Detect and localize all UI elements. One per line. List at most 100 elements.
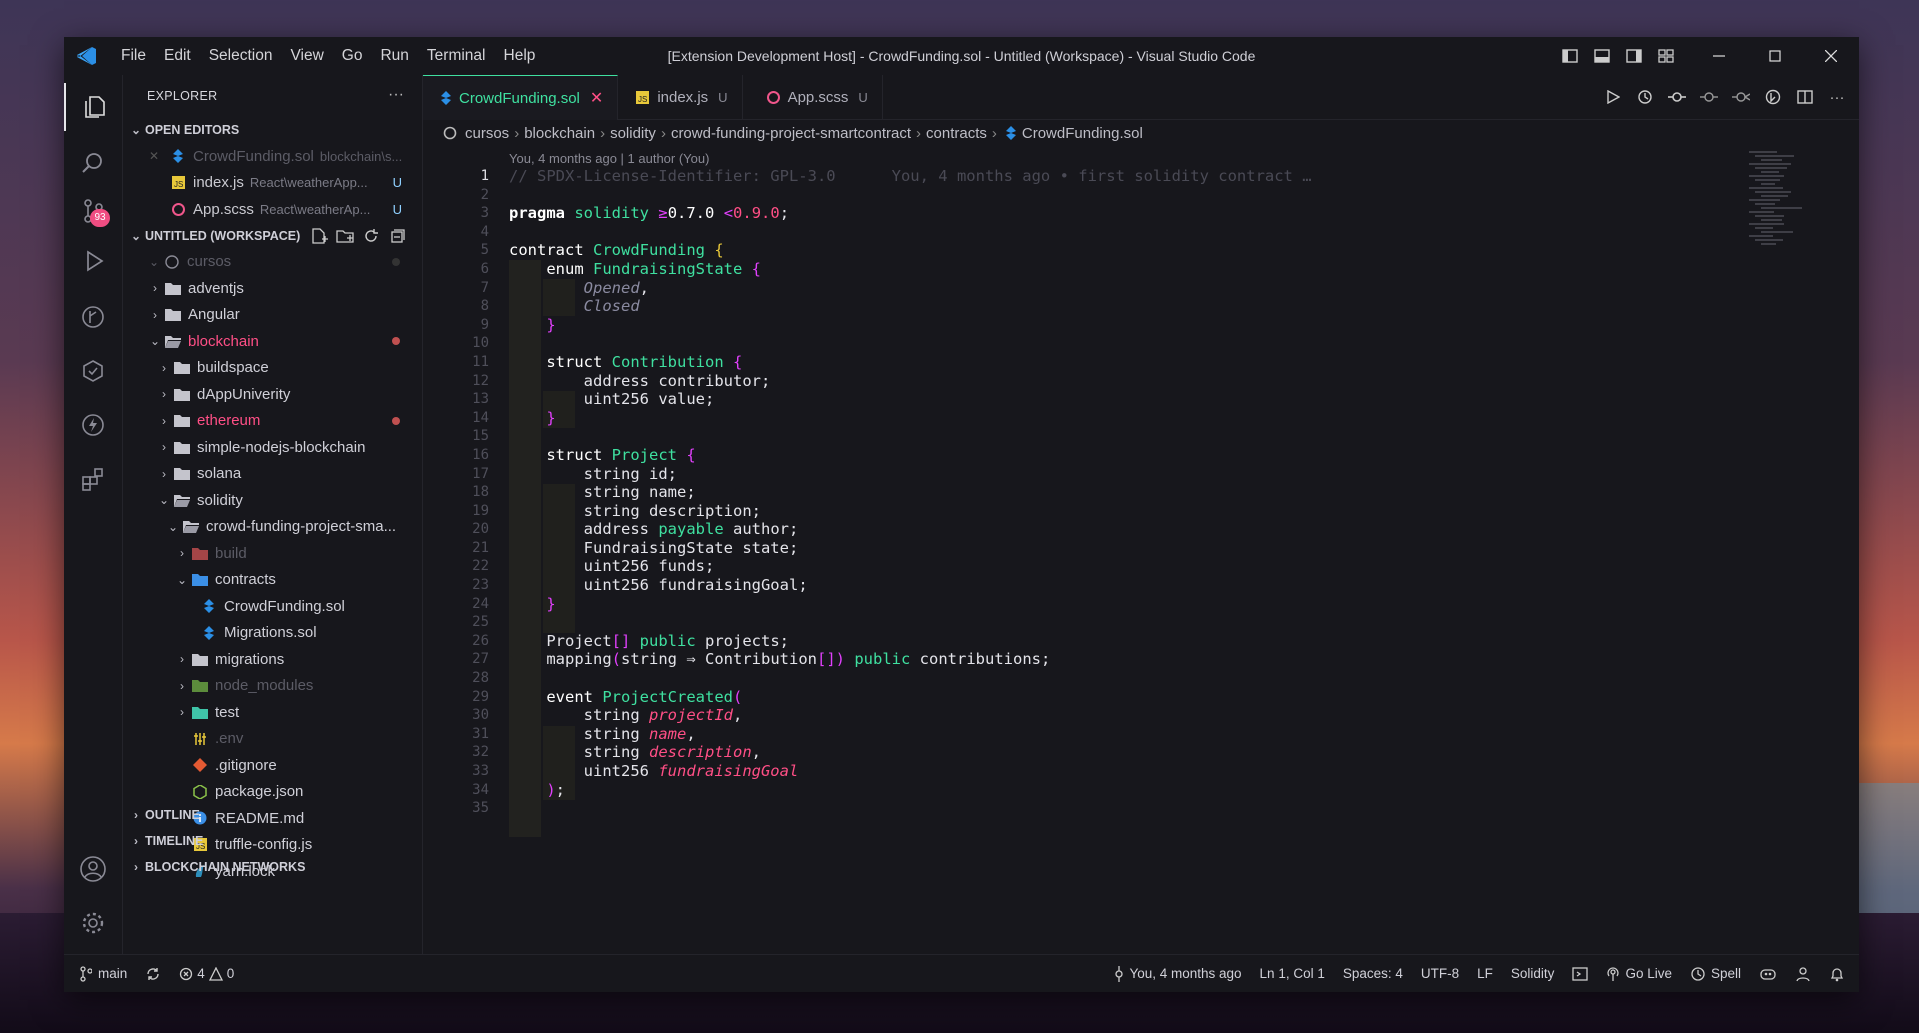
run-file-icon[interactable] xyxy=(1601,85,1625,109)
toggle-panel-icon[interactable] xyxy=(1591,45,1613,67)
git-next-icon[interactable] xyxy=(1729,85,1753,109)
breadcrumb-item[interactable]: solidity xyxy=(610,125,656,142)
timeline-section[interactable]: › TIMELINE xyxy=(123,828,422,854)
close-tab-icon[interactable]: ✕ xyxy=(590,88,603,108)
tree-item[interactable]: › dAppUniverity xyxy=(123,381,422,408)
minimize-button[interactable] xyxy=(1691,37,1747,75)
minimap-line xyxy=(1761,219,1782,221)
customize-layout-icon[interactable] xyxy=(1655,45,1677,67)
menu-help[interactable]: Help xyxy=(495,47,545,65)
menu-edit[interactable]: Edit xyxy=(155,47,200,65)
tree-item[interactable]: › test xyxy=(123,699,422,726)
menu-file[interactable]: File xyxy=(112,47,155,65)
more-actions-icon[interactable]: ··· xyxy=(1825,85,1849,109)
git-graph-icon[interactable] xyxy=(64,293,122,341)
tree-root[interactable]: ⌄ cursos xyxy=(123,249,422,276)
new-file-icon[interactable] xyxy=(310,227,329,245)
tree-item[interactable]: CrowdFunding.sol xyxy=(123,593,422,620)
menu-run[interactable]: Run xyxy=(371,47,417,65)
tree-item[interactable]: ⌄ contracts xyxy=(123,567,422,594)
new-folder-icon[interactable] xyxy=(336,227,354,245)
minimap[interactable] xyxy=(1749,151,1819,321)
cursor-position[interactable]: Ln 1, Col 1 xyxy=(1260,966,1325,981)
close-editor-icon[interactable]: ✕ xyxy=(145,149,163,163)
minimap-line xyxy=(1755,179,1780,181)
open-editor-item[interactable]: JS index.js React\weatherApp... U xyxy=(123,170,422,197)
thunder-client-icon[interactable] xyxy=(64,401,122,449)
tab-crowdfunding-sol[interactable]: CrowdFunding.sol ✕ xyxy=(423,75,619,120)
open-editors-section[interactable]: ⌄ OPEN EDITORS xyxy=(123,117,422,143)
tree-item[interactable]: ⌄ solidity xyxy=(123,487,422,514)
tree-item[interactable]: › migrations xyxy=(123,646,422,673)
indentation[interactable]: Spaces: 4 xyxy=(1343,966,1403,981)
open-timeline-icon[interactable] xyxy=(1633,85,1657,109)
workspace-section[interactable]: ⌄ UNTITLED (WORKSPACE) xyxy=(123,223,422,249)
tab-app-scss[interactable]: App.scss U xyxy=(743,75,883,119)
copilot-icon[interactable] xyxy=(1759,966,1777,982)
collapse-all-icon[interactable] xyxy=(388,227,406,245)
tree-item[interactable]: Migrations.sol xyxy=(123,620,422,647)
tree-item[interactable]: .gitignore xyxy=(123,752,422,779)
end-of-line[interactable]: LF xyxy=(1477,966,1493,981)
breadcrumb-item[interactable]: CrowdFunding.sol xyxy=(1022,125,1143,142)
outline-section[interactable]: › OUTLINE xyxy=(123,802,422,828)
extensions-icon[interactable] xyxy=(64,455,122,503)
menu-go[interactable]: Go xyxy=(333,47,372,65)
toggle-secondary-sidebar-icon[interactable] xyxy=(1623,45,1645,67)
menu-view[interactable]: View xyxy=(281,47,332,65)
tree-item[interactable]: ⌄ blockchain xyxy=(123,328,422,355)
tab-index-js[interactable]: JS index.js U xyxy=(618,75,743,119)
open-editor-item[interactable]: ✕ CrowdFunding.sol blockchain\s... xyxy=(123,143,422,170)
tree-item[interactable]: ⌄ crowd-funding-project-sma... xyxy=(123,514,422,541)
menu-terminal[interactable]: Terminal xyxy=(418,47,495,65)
tree-item[interactable]: › Angular xyxy=(123,302,422,329)
code-editor[interactable]: You, 4 months ago | 1 author (You) 1 // S… xyxy=(423,147,1859,955)
type-token: Project xyxy=(611,445,677,464)
breadcrumb-item[interactable]: contracts xyxy=(926,125,987,142)
accounts-icon[interactable] xyxy=(64,845,122,893)
breadcrumb-item[interactable]: cursos xyxy=(465,125,509,142)
go-live-button[interactable]: Go Live xyxy=(1606,966,1672,982)
menu-selection[interactable]: Selection xyxy=(200,47,282,65)
explorer-more-button[interactable]: ··· xyxy=(388,86,404,104)
open-editor-item[interactable]: App.scss React\weatherAp... U xyxy=(123,196,422,223)
tree-item[interactable]: › buildspace xyxy=(123,355,422,382)
notifications-bell-icon[interactable] xyxy=(1829,966,1845,982)
problems-status[interactable]: 4 0 xyxy=(179,966,234,981)
tree-item[interactable]: › simple-nodejs-blockchain xyxy=(123,434,422,461)
tree-item[interactable]: › ethereum xyxy=(123,408,422,435)
feedback-icon[interactable] xyxy=(1572,966,1589,982)
run-debug-icon[interactable] xyxy=(64,237,122,285)
git-previous-icon[interactable] xyxy=(1697,85,1721,109)
tree-item[interactable]: › solana xyxy=(123,461,422,488)
tree-item[interactable]: .env xyxy=(123,726,422,753)
refresh-icon[interactable] xyxy=(362,227,380,245)
manage-gear-icon[interactable] xyxy=(64,899,122,947)
source-control-icon[interactable]: 93 xyxy=(64,187,122,235)
tree-item[interactable]: › build xyxy=(123,540,422,567)
encoding[interactable]: UTF-8 xyxy=(1421,966,1459,981)
language-mode[interactable]: Solidity xyxy=(1511,966,1555,981)
breadcrumb-item[interactable]: crowd-funding-project-smartcontract xyxy=(671,125,911,142)
inline-blame-icon[interactable] xyxy=(1761,85,1785,109)
close-window-button[interactable] xyxy=(1803,37,1859,75)
search-icon[interactable] xyxy=(64,139,122,187)
spell-button[interactable]: Spell xyxy=(1690,966,1741,982)
explorer-icon[interactable] xyxy=(64,83,124,131)
toggle-primary-sidebar-icon[interactable] xyxy=(1559,45,1581,67)
tree-item[interactable]: › adventjs xyxy=(123,275,422,302)
testing-icon[interactable] xyxy=(64,347,122,395)
breadcrumb-item[interactable]: blockchain xyxy=(524,125,595,142)
branch-status[interactable]: main xyxy=(80,965,127,982)
blame-status[interactable]: You, 4 months ago xyxy=(1114,965,1242,982)
accounts-status-icon[interactable] xyxy=(1795,966,1811,982)
blockchain-networks-section[interactable]: › BLOCKCHAIN NETWORKS xyxy=(123,854,422,880)
codelens-blame[interactable]: You, 4 months ago | 1 author (You) xyxy=(509,151,709,166)
git-commit-icon[interactable] xyxy=(1665,85,1689,109)
folder-open-icon xyxy=(182,520,200,534)
tree-item[interactable]: › node_modules xyxy=(123,673,422,700)
sync-icon[interactable] xyxy=(145,966,161,982)
line-number: 32 xyxy=(472,744,489,761)
maximize-button[interactable] xyxy=(1747,37,1803,75)
split-editor-icon[interactable] xyxy=(1793,85,1817,109)
